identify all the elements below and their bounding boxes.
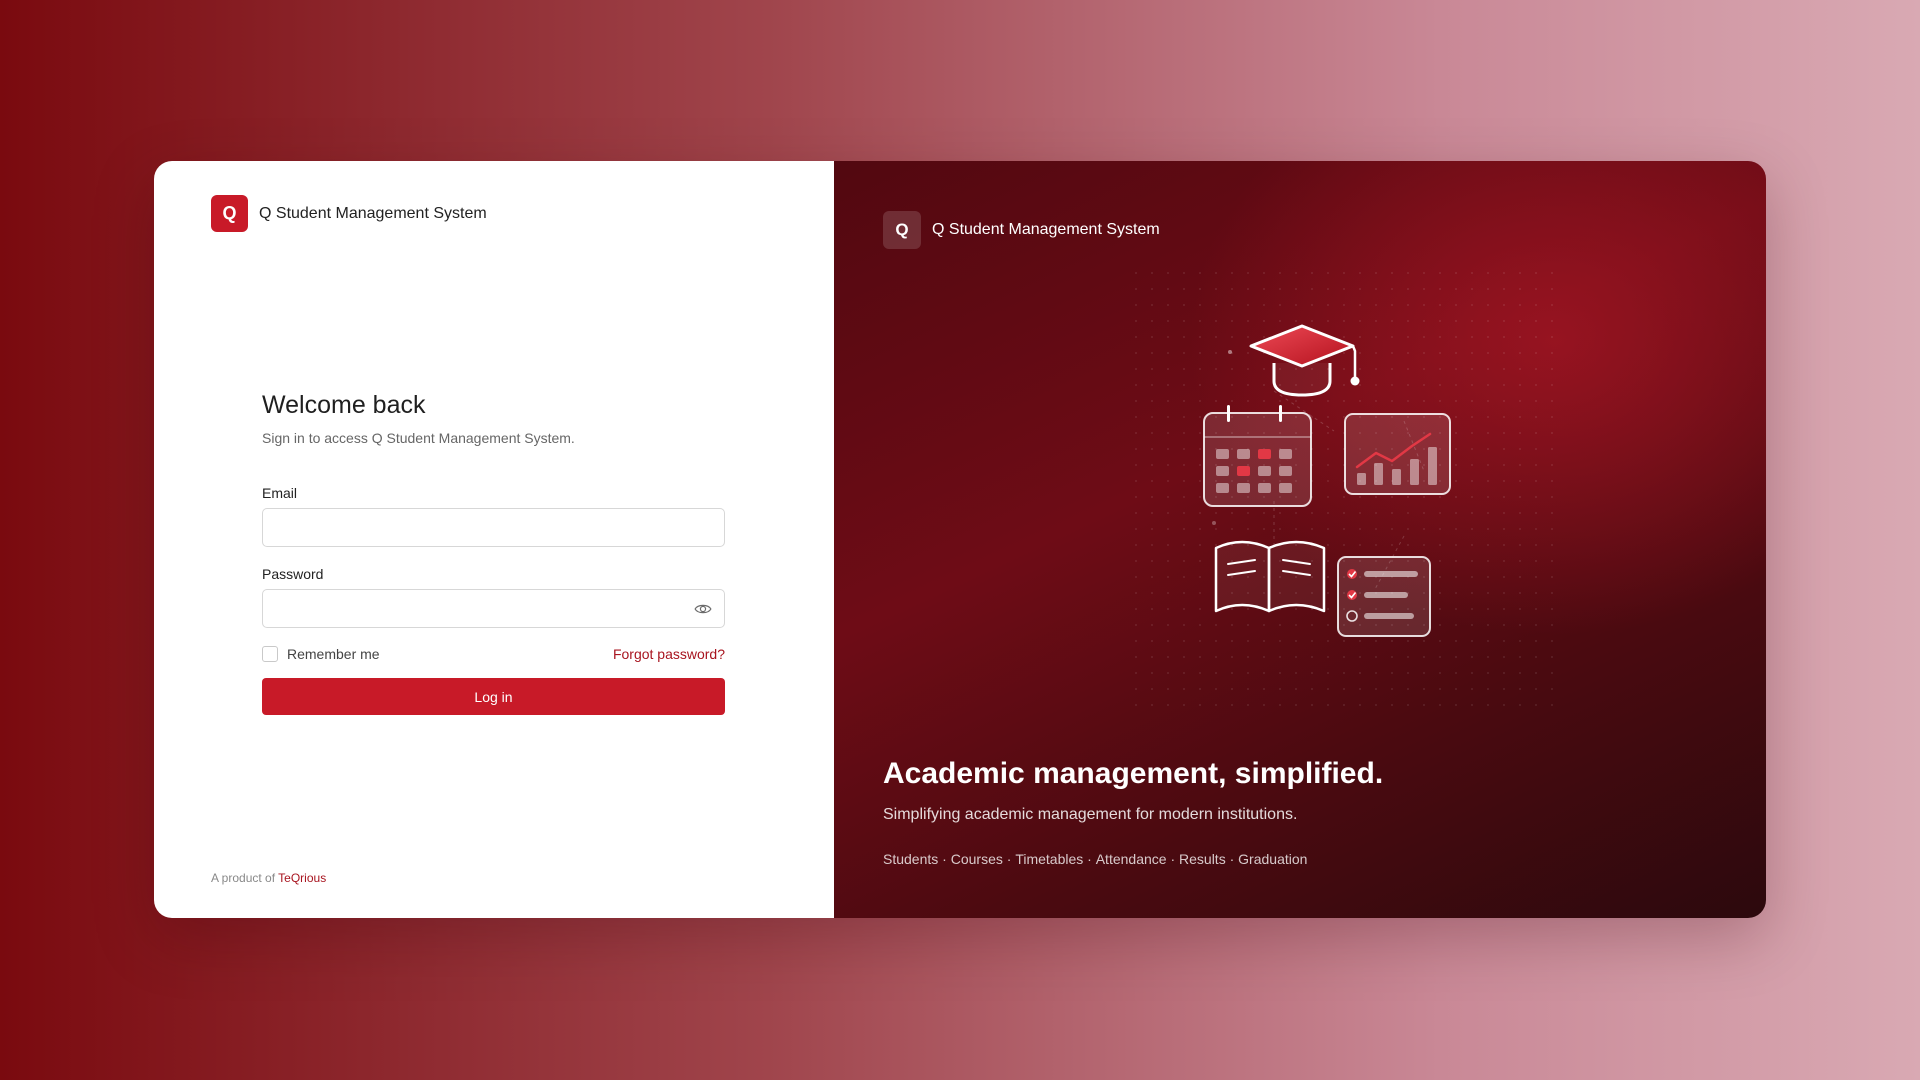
login-panel: Q Q Student Management System Welcome ba…: [154, 161, 834, 918]
footer: A product of TeQrious: [211, 871, 326, 885]
email-field[interactable]: [263, 509, 724, 546]
calendar-icon: [1203, 405, 1312, 507]
feature-separator: ·: [1225, 851, 1239, 867]
password-field-wrapper: [262, 589, 725, 628]
hero-brand-logo: Q: [883, 211, 921, 249]
feature-separator: ·: [938, 851, 951, 867]
remember-me-checkbox[interactable]: [262, 646, 278, 662]
feature-item: Students: [883, 851, 939, 867]
brand-logo: Q: [211, 195, 248, 232]
hero-brand-name: Q Student Management System: [932, 221, 1160, 238]
brand: Q Q Student Management System: [211, 195, 487, 232]
chart-icon: [1344, 413, 1451, 495]
footer-prefix: A product of: [211, 871, 276, 885]
hero-illustration: [1134, 271, 1554, 711]
remember-me[interactable]: Remember me: [262, 646, 380, 662]
eye-icon[interactable]: [694, 601, 712, 617]
remember-me-label: Remember me: [287, 646, 380, 662]
book-icon: [1214, 540, 1326, 613]
page-subtitle: Sign in to access Q Student Management S…: [262, 430, 575, 446]
feature-item: Results: [1179, 851, 1226, 867]
email-label: Email: [262, 485, 298, 501]
password-label: Password: [262, 566, 324, 582]
feature-item: Timetables: [1015, 851, 1084, 867]
hero-panel: Q Q Student Management System Academic m…: [834, 161, 1766, 918]
options-row: Remember me Forgot password?: [262, 646, 725, 662]
login-card: Q Q Student Management System Welcome ba…: [154, 161, 1766, 918]
feature-separator: ·: [1166, 851, 1180, 867]
login-form: Welcome back Sign in to access Q Student…: [262, 391, 725, 715]
feature-separator: ·: [1083, 851, 1096, 867]
feature-separator: ·: [1002, 851, 1016, 867]
company-link[interactable]: TeQrious: [278, 871, 326, 885]
page-title: Welcome back: [262, 391, 426, 419]
forgot-password-link[interactable]: Forgot password?: [613, 646, 725, 662]
feature-list: Students · Courses · Timetables · Attend…: [883, 851, 1307, 867]
hero-headline: Academic management, simplified.: [883, 757, 1384, 790]
checklist-icon: [1337, 556, 1431, 637]
login-button[interactable]: Log in: [262, 678, 725, 715]
hero-tagline: Simplifying academic management for mode…: [883, 806, 1298, 823]
password-field[interactable]: [263, 590, 724, 627]
hero-brand: Q Q Student Management System: [883, 211, 1160, 249]
email-field-wrapper: [262, 508, 725, 547]
feature-item: Attendance: [1095, 851, 1167, 867]
feature-item: Graduation: [1238, 851, 1308, 867]
brand-name: Q Student Management System: [259, 204, 487, 222]
feature-item: Courses: [950, 851, 1003, 867]
